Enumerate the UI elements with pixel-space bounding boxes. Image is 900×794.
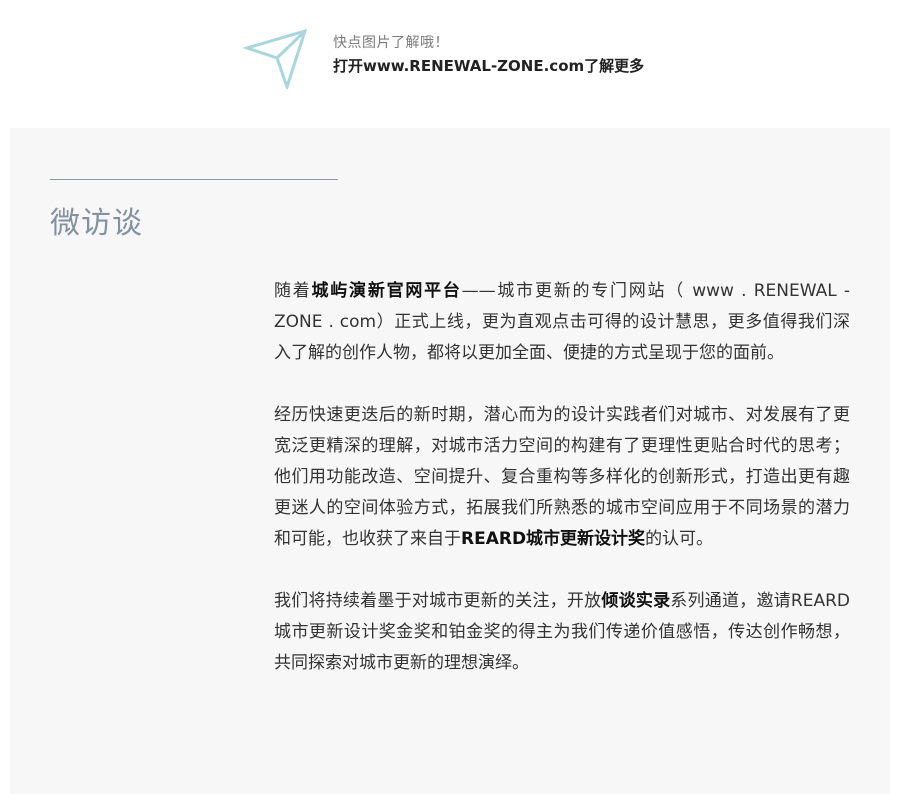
platform-name: 城屿演新官网平台 <box>311 281 462 301</box>
award-name: REARD城市更新设计奖 <box>461 529 646 549</box>
banner-hint-text: 快点图片了解哦！ <box>333 35 449 51</box>
section-divider <box>50 179 338 180</box>
content-panel: 微访谈 随着城屿演新官网平台——城市更新的专门网站（ www . RENEWAL… <box>10 128 890 794</box>
paragraph-text: 随着 <box>274 281 312 301</box>
paragraph-context: 经历快速更迭后的新时期，潜心而为的设计实践者们对城市、对发展有了更宽泛更精深的理… <box>274 400 850 555</box>
paragraph-intro: 随着城屿演新官网平台——城市更新的专门网站（ www . RENEWAL - Z… <box>274 276 850 369</box>
article-body: 随着城屿演新官网平台——城市更新的专门网站（ www . RENEWAL - Z… <box>274 276 850 710</box>
banner-website-link[interactable]: 打开www.RENEWAL-ZONE.com了解更多 <box>333 55 644 76</box>
paragraph-text: 经历快速更迭后的新时期，潜心而为的设计实践者们对城市、对发展有了更宽泛更精深的理… <box>274 405 850 549</box>
paragraph-series: 我们将持续着墨于对城市更新的关注，开放倾谈实录系列通道，邀请REARD城市更新设… <box>274 586 850 679</box>
paragraph-text: 的认可。 <box>645 529 714 549</box>
series-name: 倾谈实录 <box>601 591 671 611</box>
paper-plane-icon <box>241 27 308 92</box>
section-title: 微访谈 <box>50 206 143 241</box>
paragraph-text: 我们将持续着墨于对城市更新的关注，开放 <box>274 591 602 611</box>
top-banner: 快点图片了解哦！ 打开www.RENEWAL-ZONE.com了解更多 <box>0 0 900 128</box>
